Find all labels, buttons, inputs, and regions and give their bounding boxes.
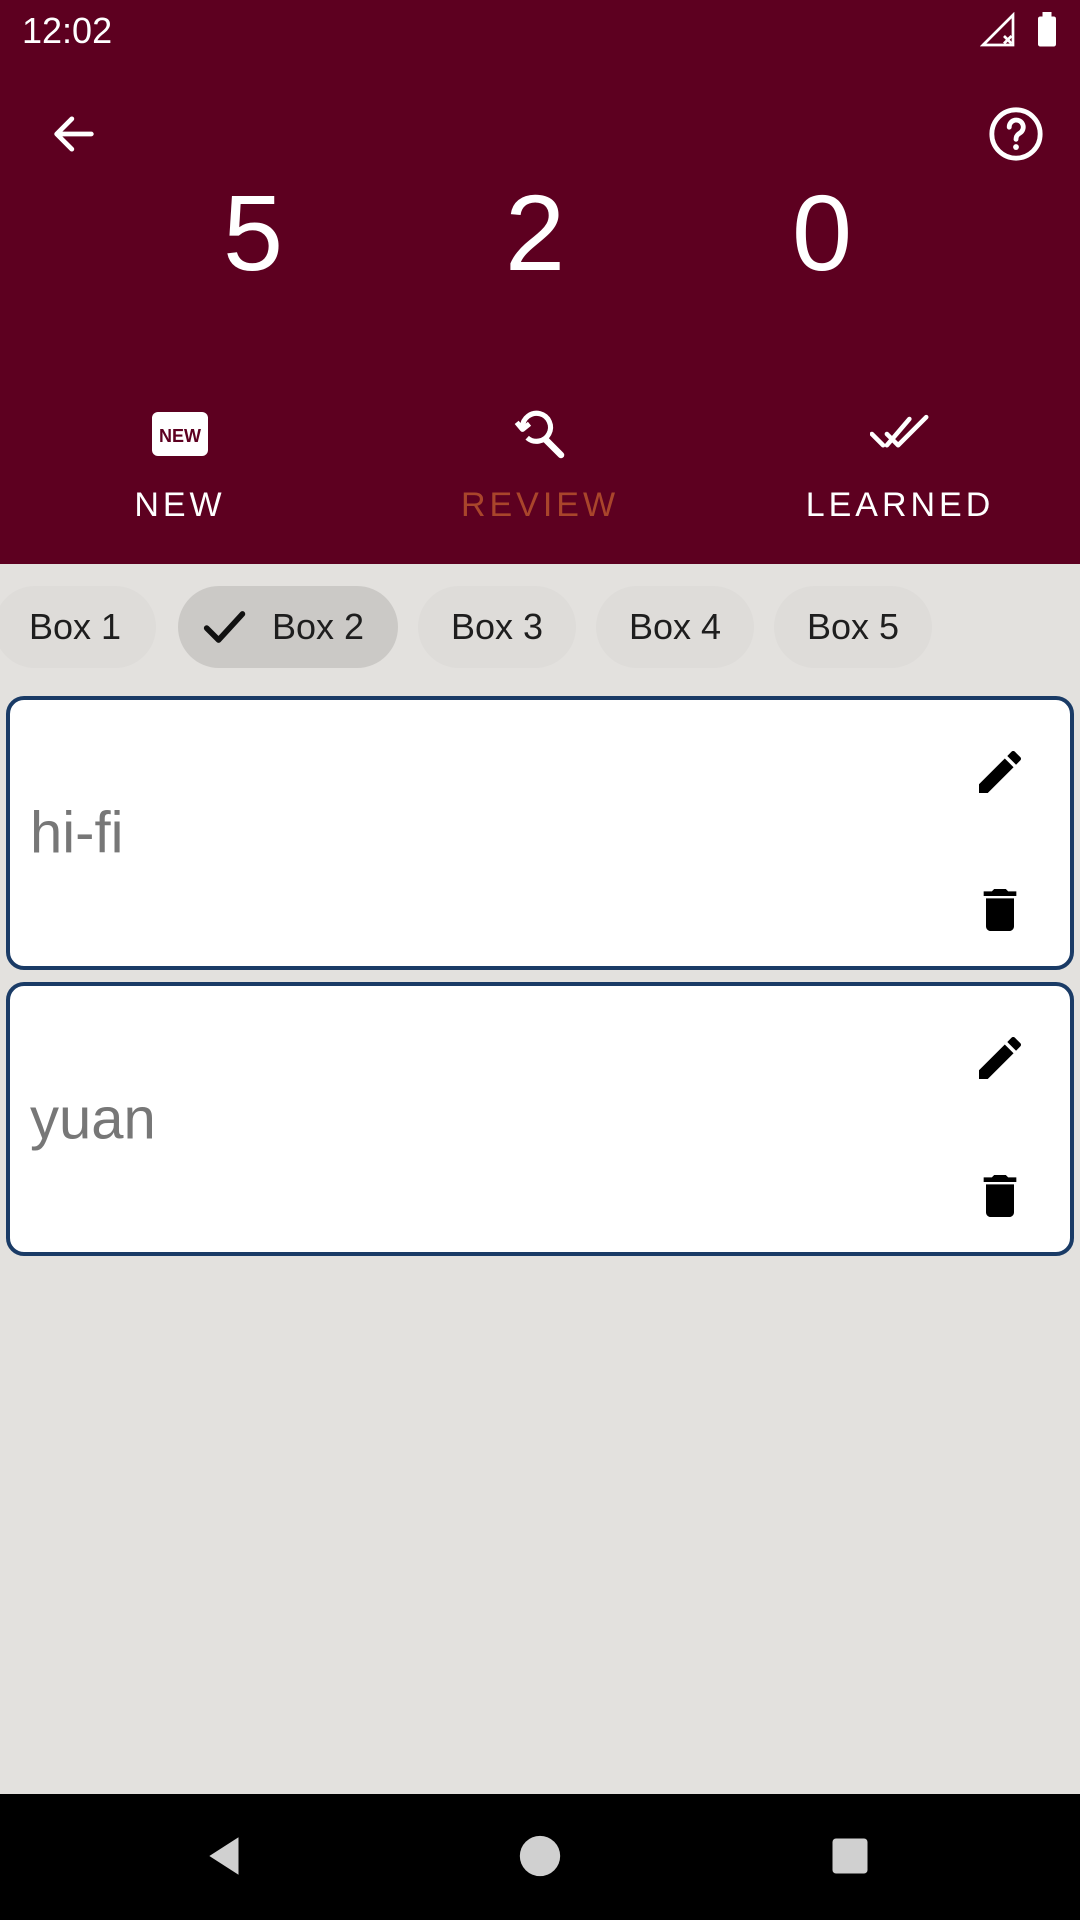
tab-new[interactable]: NEW NEW bbox=[0, 388, 360, 564]
counts-row: 5 2 0 bbox=[0, 168, 1080, 298]
status-bar: 12:02 bbox=[0, 0, 1080, 64]
delete-button[interactable] bbox=[968, 880, 1032, 944]
tab-new-label: NEW bbox=[134, 486, 226, 524]
status-time: 12:02 bbox=[22, 10, 113, 51]
chip-box-1[interactable]: Box 1 bbox=[0, 586, 156, 668]
nav-recents-button[interactable] bbox=[818, 1826, 882, 1890]
nav-recents-icon bbox=[829, 1835, 871, 1882]
delete-button[interactable] bbox=[968, 1166, 1032, 1230]
search-refresh-icon bbox=[510, 404, 570, 464]
arrow-back-icon bbox=[48, 108, 100, 165]
card-word: hi-fi bbox=[30, 800, 124, 866]
system-nav-bar bbox=[0, 1794, 1080, 1920]
card-word: yuan bbox=[30, 1086, 156, 1152]
nav-back-icon bbox=[201, 1831, 251, 1886]
review-count: 2 bbox=[504, 172, 566, 293]
chip-box-5-label: Box 5 bbox=[806, 606, 900, 647]
app-header: 12:02 5 2 0 NEW NEW REVIEW LEARNED bbox=[0, 0, 1080, 564]
tab-review[interactable]: REVIEW bbox=[360, 388, 720, 564]
learned-count: 0 bbox=[791, 172, 853, 293]
chip-box-3[interactable]: Box 3 bbox=[418, 586, 576, 668]
edit-button[interactable] bbox=[968, 1028, 1032, 1092]
nav-back-button[interactable] bbox=[194, 1826, 258, 1890]
chip-box-3-label: Box 3 bbox=[450, 606, 544, 647]
chip-box-4-label: Box 4 bbox=[628, 606, 722, 647]
trash-icon bbox=[972, 1168, 1028, 1229]
word-card[interactable]: yuan bbox=[6, 982, 1074, 1256]
signal-off-icon bbox=[979, 11, 1016, 53]
pencil-icon bbox=[972, 744, 1028, 805]
back-button[interactable] bbox=[38, 100, 110, 172]
chip-box-2[interactable]: Box 2 bbox=[178, 586, 398, 668]
chip-box-1-label: Box 1 bbox=[28, 606, 122, 647]
tab-learned[interactable]: LEARNED bbox=[720, 388, 1080, 564]
new-badge-icon: NEW bbox=[150, 404, 210, 464]
new-count: 5 bbox=[222, 172, 284, 293]
chip-box-4[interactable]: Box 4 bbox=[596, 586, 754, 668]
check-icon bbox=[196, 599, 252, 655]
chip-box-2-label: Box 2 bbox=[272, 606, 365, 647]
pencil-icon bbox=[972, 1030, 1028, 1091]
word-card[interactable]: hi-fi bbox=[6, 696, 1074, 970]
double-check-icon bbox=[870, 404, 930, 464]
edit-button[interactable] bbox=[968, 742, 1032, 806]
nav-home-button[interactable] bbox=[508, 1826, 572, 1890]
tab-learned-label: LEARNED bbox=[805, 486, 995, 524]
help-button[interactable] bbox=[980, 100, 1052, 172]
trash-icon bbox=[972, 882, 1028, 943]
tab-bar: NEW NEW REVIEW LEARNED bbox=[0, 388, 1080, 564]
tab-review-label: REVIEW bbox=[460, 486, 620, 524]
status-icons bbox=[979, 11, 1060, 53]
nav-home-icon bbox=[518, 1834, 562, 1883]
battery-icon bbox=[1034, 12, 1060, 53]
box-filter-chips: Box 1 Box 2 Box 3 Box 4 Box 5 bbox=[0, 586, 1080, 668]
chip-box-5[interactable]: Box 5 bbox=[774, 586, 932, 668]
help-circle-icon bbox=[987, 105, 1045, 168]
svg-text:NEW: NEW bbox=[159, 426, 201, 446]
